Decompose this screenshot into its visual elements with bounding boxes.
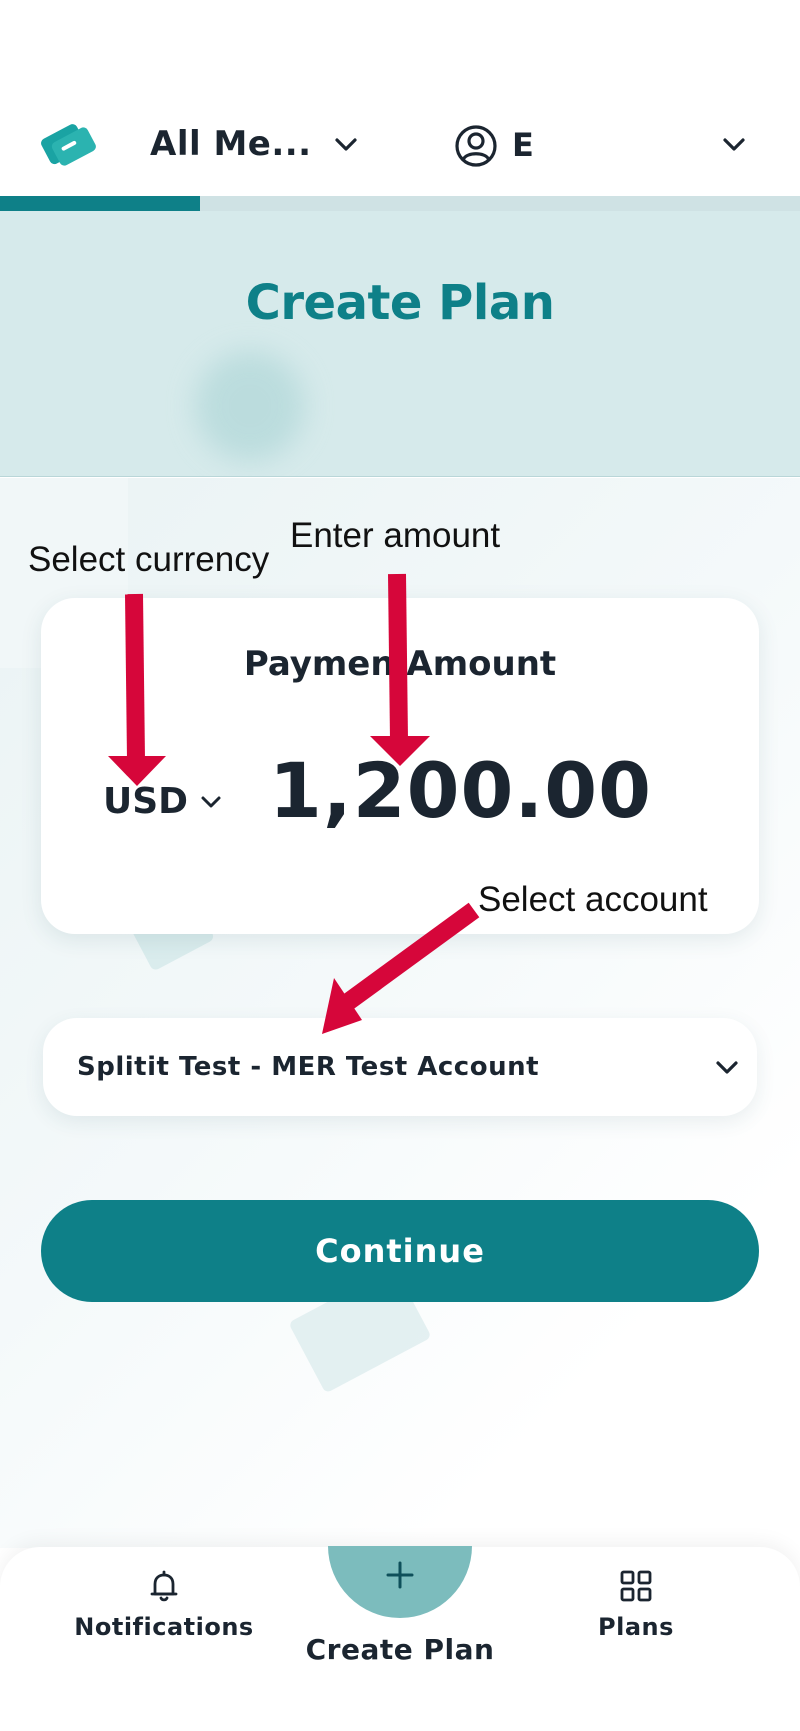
user-circle-icon[interactable] xyxy=(454,124,498,168)
nav-notifications[interactable]: Notifications xyxy=(60,1567,268,1641)
chevron-down-icon[interactable] xyxy=(720,131,748,159)
bell-icon xyxy=(150,1570,178,1602)
currency-code[interactable]: USD xyxy=(103,781,188,822)
decorative-blob xyxy=(195,351,305,461)
step-progress-fill xyxy=(0,196,200,211)
annotation-enter-amount: Enter amount xyxy=(290,516,501,555)
continue-button[interactable]: Continue xyxy=(41,1200,759,1302)
nav-plans-label[interactable]: Plans xyxy=(598,1613,674,1641)
payment-amount-label: Paymen Amount xyxy=(243,644,557,684)
annotation-select-currency: Select currency xyxy=(28,540,270,579)
account-select[interactable]: Splitit Test - MER Test Account xyxy=(43,1018,757,1116)
top-header: All Me... E xyxy=(0,0,800,196)
user-initial[interactable]: E xyxy=(512,126,534,164)
plus-icon[interactable] xyxy=(384,1559,416,1591)
nav-create-plan-label[interactable]: Create Plan xyxy=(300,1633,500,1666)
account-select-value[interactable]: Splitit Test - MER Test Account xyxy=(77,1052,539,1082)
splitit-logo-icon[interactable] xyxy=(38,114,98,174)
nav-create-plan[interactable]: Create Plan xyxy=(300,1546,500,1697)
currency-selector[interactable]: USD xyxy=(103,781,224,822)
chevron-down-icon[interactable] xyxy=(713,1054,741,1082)
page-title: Create Plan xyxy=(245,275,555,331)
nav-plans[interactable]: Plans xyxy=(576,1567,696,1641)
chevron-down-icon[interactable] xyxy=(198,789,224,815)
hero-banner: Create Plan xyxy=(0,211,800,477)
amount-input[interactable]: 1,200.00 xyxy=(269,746,652,835)
step-progress-bar xyxy=(0,196,800,211)
chevron-down-icon[interactable] xyxy=(332,131,360,159)
bottom-navigation: Notifications Create Plan Plans xyxy=(0,1546,800,1731)
annotation-select-account: Select account xyxy=(478,880,708,919)
nav-notifications-label[interactable]: Notifications xyxy=(74,1613,253,1641)
merchant-selector-label[interactable]: All Me... xyxy=(150,124,312,164)
grid-icon xyxy=(620,1570,652,1602)
